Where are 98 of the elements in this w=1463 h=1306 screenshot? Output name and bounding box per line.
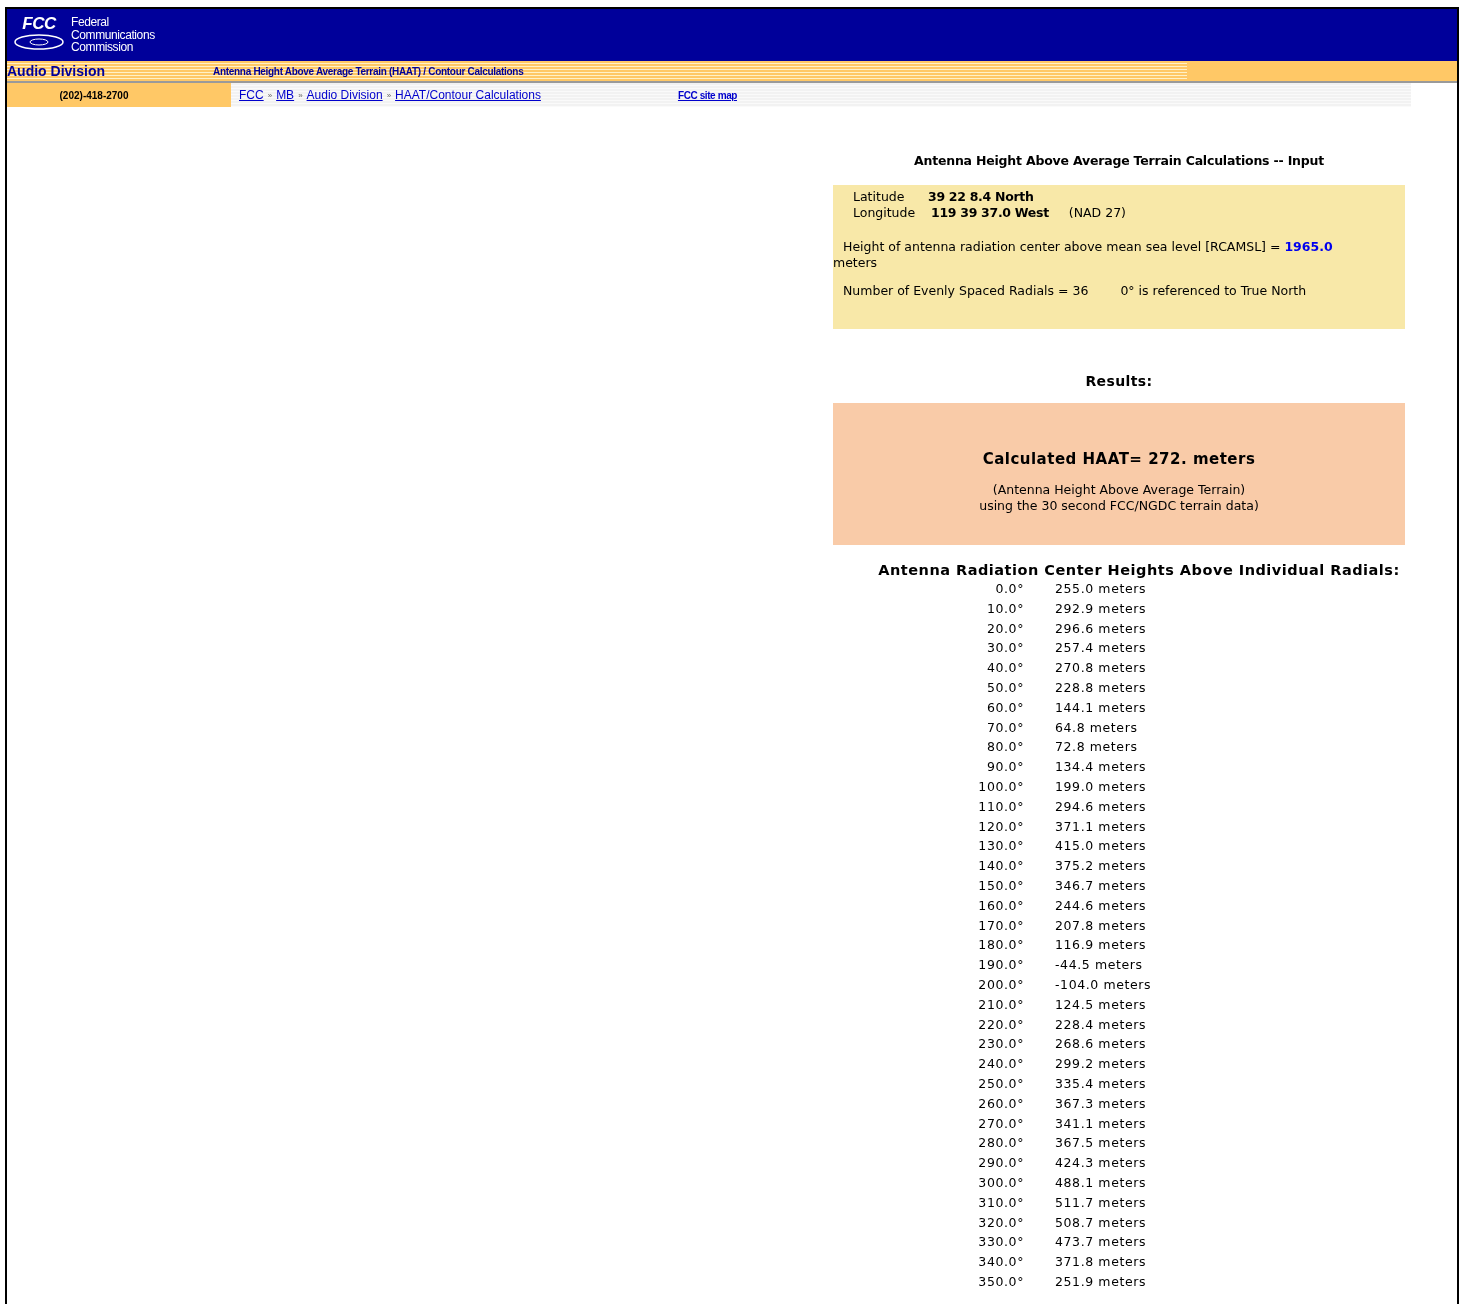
- radial-height: 134.4 meters: [1055, 758, 1148, 777]
- radial-height: 367.3 meters: [1055, 1094, 1148, 1113]
- agency-name: Federal Communications Commission: [71, 16, 155, 54]
- radial-height: 488.1 meters: [1055, 1173, 1148, 1192]
- radial-height: 124.5 meters: [1055, 995, 1148, 1014]
- radial-height: 415.0 meters: [1055, 837, 1148, 856]
- radial-height: 508.7 meters: [1055, 1213, 1148, 1232]
- breadcrumb-link[interactable]: HAAT/Contour Calculations: [395, 88, 541, 102]
- phone-number: (202)-418-2700: [7, 83, 231, 107]
- radial-height: 255.0 meters: [1055, 580, 1148, 598]
- radial-angle: 60.0°: [985, 698, 1024, 717]
- radial-height: 228.4 meters: [1055, 1015, 1148, 1034]
- radial-height: 346.7 meters: [1055, 876, 1148, 895]
- radial-height: 251.9 meters: [1055, 1272, 1148, 1291]
- radial-height: 299.2 meters: [1055, 1055, 1148, 1074]
- radial-angle: 210.0°: [977, 995, 1024, 1014]
- radial-angle: 70.0°: [985, 718, 1024, 737]
- radial-height: 244.6 meters: [1055, 896, 1148, 915]
- radial-height: -104.0 meters: [1055, 975, 1153, 994]
- radial-height: 116.9 meters: [1055, 936, 1148, 955]
- breadcrumb-separator: »: [267, 90, 273, 100]
- radial-angle: 40.0°: [985, 659, 1024, 678]
- radial-angle: 350.0°: [977, 1272, 1024, 1291]
- results-heading: Results:: [1084, 373, 1154, 389]
- radial-angle: 50.0°: [985, 679, 1024, 697]
- input-heading: Antenna Height Above Average Terrain Calculations -- Input: [913, 153, 1325, 168]
- breadcrumb-link[interactable]: FCC: [239, 88, 264, 102]
- radial-height: 341.1 meters: [1055, 1114, 1148, 1133]
- radials-count: Number of Evenly Spaced Radials = 36: [843, 283, 1089, 298]
- radial-height: 375.2 meters: [1055, 857, 1148, 876]
- radial-angle: 340.0°: [977, 1253, 1024, 1272]
- haat-note: (Antenna Height Above Average Terrain) using the 30 second FCC/NGDC terrain data): [979, 482, 1259, 514]
- breadcrumb-link[interactable]: Audio Division: [306, 88, 383, 102]
- calculated-haat: Calculated HAAT= 272. meters: [982, 450, 1256, 468]
- radial-angle: 20.0°: [985, 619, 1024, 638]
- radial-angle: 230.0°: [977, 1035, 1024, 1054]
- radial-height: 335.4 meters: [1055, 1074, 1148, 1093]
- page-title: Antenna Height Above Average Terrain (HAAT) / Contour Calculations: [213, 65, 524, 77]
- radial-angle: 220.0°: [977, 1015, 1024, 1034]
- longitude-value: 119 39 37.0 West: [931, 205, 1049, 221]
- datum-label: (NAD 27): [1068, 205, 1126, 221]
- radial-height: 207.8 meters: [1055, 916, 1148, 935]
- radial-angle: 200.0°: [977, 975, 1024, 994]
- radial-height: 292.9 meters: [1055, 599, 1148, 618]
- radial-angle: 320.0°: [977, 1213, 1024, 1232]
- radial-angle: 260.0°: [977, 1094, 1024, 1113]
- radial-angle: 270.0°: [977, 1114, 1024, 1133]
- radial-angle: 330.0°: [977, 1233, 1024, 1252]
- radial-angle: 290.0°: [977, 1154, 1024, 1173]
- radial-angle: 140.0°: [977, 857, 1024, 876]
- radial-height: 270.8 meters: [1055, 659, 1148, 678]
- radial-angle: 180.0°: [977, 936, 1024, 955]
- radial-height: 473.7 meters: [1055, 1233, 1148, 1252]
- breadcrumb-separator: »: [298, 90, 303, 100]
- radial-angle: 250.0°: [977, 1074, 1024, 1093]
- radial-height: 72.8 meters: [1055, 738, 1139, 757]
- radial-angle: 100.0°: [977, 777, 1024, 796]
- radial-angle: 90.0°: [985, 758, 1024, 777]
- radial-angle: 130.0°: [977, 837, 1024, 856]
- radial-angle: 0.0°: [994, 580, 1024, 598]
- radial-angle: 190.0°: [977, 956, 1024, 975]
- radial-angle: 280.0°: [977, 1134, 1024, 1153]
- radial-angle: 310.0°: [977, 1193, 1024, 1212]
- latitude-label: Latitude: [853, 189, 906, 205]
- radial-angle: 10.0°: [985, 599, 1024, 618]
- radial-height: 371.8 meters: [1055, 1253, 1148, 1272]
- radial-height: 257.4 meters: [1055, 639, 1148, 658]
- radial-height: 371.1 meters: [1055, 817, 1148, 836]
- radial-height: 367.5 meters: [1055, 1134, 1148, 1153]
- latitude-value: 39 22 8.4 North: [928, 189, 1034, 205]
- radial-angle: 110.0°: [977, 797, 1024, 816]
- radial-height: 228.8 meters: [1055, 679, 1148, 697]
- breadcrumb-link[interactable]: MB: [276, 88, 295, 102]
- radial-height: 199.0 meters: [1055, 777, 1148, 796]
- division-title: Audio Division: [7, 63, 106, 79]
- radials-heading: Antenna Radiation Center Heights Above Individual Radials:: [877, 562, 1401, 578]
- height-text: Height of antenna radiation center above mean sea level [RCAMSL] = 1965.0 meters: [833, 239, 1334, 271]
- fcc-logo: FCC: [10, 15, 68, 55]
- radial-height: 64.8 meters: [1055, 718, 1139, 737]
- radial-height: 294.6 meters: [1055, 797, 1148, 816]
- radial-height: 144.1 meters: [1055, 698, 1148, 717]
- longitude-label: Longitude: [853, 205, 917, 221]
- radial-angle: 160.0°: [977, 896, 1024, 915]
- radial-height: 268.6 meters: [1055, 1035, 1148, 1054]
- radial-height: 296.6 meters: [1055, 619, 1148, 638]
- radial-angle: 240.0°: [977, 1055, 1024, 1074]
- radial-angle: 120.0°: [977, 817, 1024, 836]
- radial-height: 424.3 meters: [1055, 1154, 1148, 1173]
- site-map-link[interactable]: FCC site map: [677, 89, 738, 101]
- radial-angle: 150.0°: [977, 876, 1024, 895]
- radial-height: 511.7 meters: [1055, 1193, 1148, 1212]
- radial-angle: 80.0°: [985, 738, 1024, 757]
- radial-angle: 170.0°: [977, 916, 1024, 935]
- north-note: 0° is referenced to True North: [1120, 283, 1307, 298]
- radial-angle: 300.0°: [977, 1173, 1024, 1192]
- breadcrumb-separator: »: [386, 90, 392, 100]
- radial-angle: 30.0°: [985, 639, 1024, 658]
- radial-height: -44.5 meters: [1055, 956, 1144, 975]
